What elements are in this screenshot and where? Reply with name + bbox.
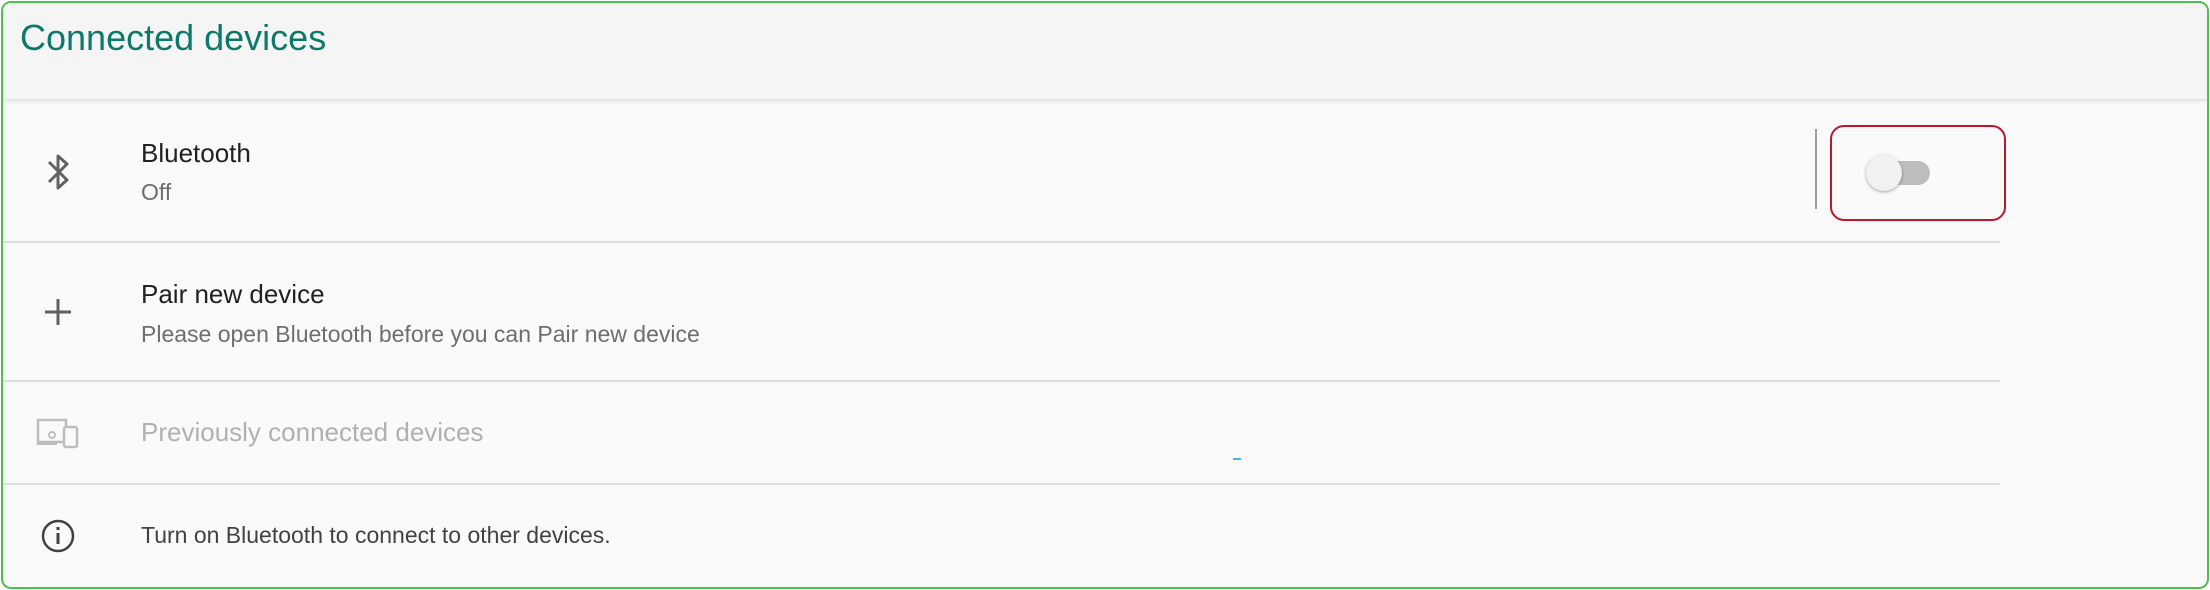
info-row: Turn on Bluetooth to connect to other de…: [3, 485, 2000, 587]
info-text: Turn on Bluetooth to connect to other de…: [141, 522, 611, 548]
bluetooth-status: Off: [141, 179, 172, 205]
bluetooth-title: Bluetooth: [141, 138, 251, 168]
devices-icon: [33, 408, 83, 458]
app-bar: Connected devices: [3, 3, 2207, 99]
cursor-dot: [1233, 458, 1241, 460]
toggle-thumb: [1866, 155, 1902, 191]
bluetooth-toggle[interactable]: [1830, 125, 2006, 221]
bluetooth-row[interactable]: Bluetooth Off: [3, 99, 2000, 242]
pair-new-device-title: Pair new device: [141, 279, 325, 309]
info-icon: [33, 511, 83, 561]
previously-connected-row[interactable]: Previously connected devices: [3, 382, 2000, 484]
previously-connected-title: Previously connected devices: [141, 417, 484, 447]
pair-new-device-subtitle: Please open Bluetooth before you can Pai…: [141, 321, 700, 347]
toggle-separator: [1815, 129, 1817, 209]
page-title: Connected devices: [20, 17, 327, 58]
pair-new-device-row[interactable]: Pair new device Please open Bluetooth be…: [3, 243, 2000, 380]
settings-window: Connected devices Bluetooth Off Pair new…: [1, 1, 2209, 589]
bluetooth-icon: [33, 147, 83, 197]
plus-icon: [33, 287, 83, 337]
